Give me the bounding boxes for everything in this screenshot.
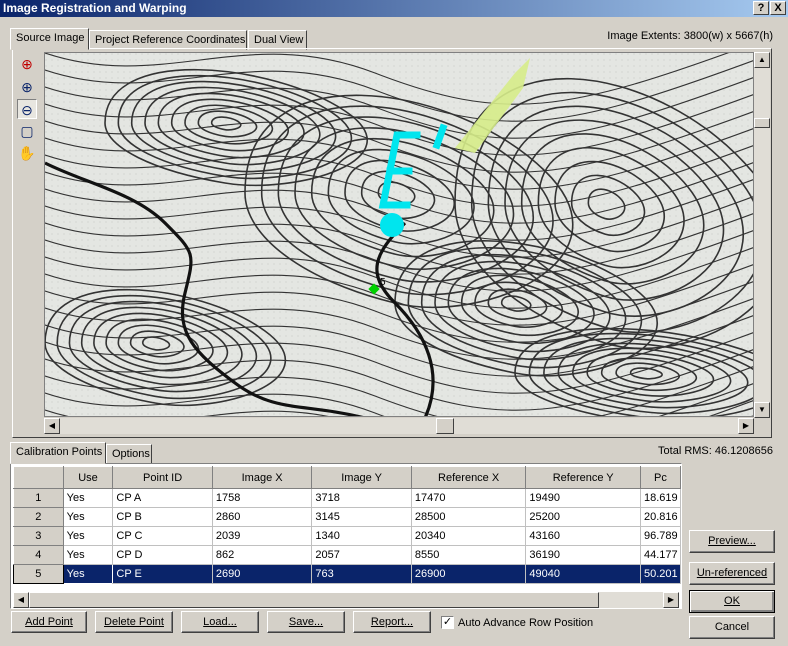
fit-page-icon[interactable]: ▢: [17, 121, 37, 141]
cell-reference-y[interactable]: 49040: [525, 564, 641, 584]
cell-reference-y[interactable]: 36190: [525, 545, 641, 565]
window-title: Image Registration and Warping: [3, 1, 187, 15]
cell-use[interactable]: Yes: [62, 564, 114, 584]
crosshair-tool-icon[interactable]: ⊕: [17, 54, 37, 74]
cell-reference-y[interactable]: 25200: [525, 507, 641, 527]
cell-pc[interactable]: 20.816: [640, 507, 681, 527]
zoom-out-icon[interactable]: ⊖: [17, 99, 37, 119]
cell-image-y[interactable]: 3718: [311, 488, 412, 508]
cell-use[interactable]: Yes: [63, 526, 114, 546]
column-header-reference-y[interactable]: Reference Y: [525, 466, 641, 489]
scroll-left-button[interactable]: ◀: [44, 418, 60, 434]
row-header[interactable]: 1: [13, 488, 64, 508]
column-header-reference-x[interactable]: Reference X: [410, 466, 527, 489]
report-button[interactable]: Report...: [353, 611, 431, 633]
cell-pc[interactable]: 18.619: [640, 488, 681, 508]
cell-reference-x[interactable]: 28500: [411, 507, 527, 527]
cell-image-y[interactable]: 763: [311, 564, 412, 584]
grid-corner[interactable]: [13, 466, 64, 489]
cell-pc[interactable]: 50.201: [640, 564, 681, 584]
table-row[interactable]: 1 Yes CP A 1758 3718 17470 19490 18.619: [13, 488, 681, 508]
row-header[interactable]: 2: [13, 507, 64, 527]
cell-image-y[interactable]: 1340: [311, 526, 412, 546]
grid-horizontal-scroll-thumb[interactable]: [29, 592, 599, 608]
column-header-use[interactable]: Use: [62, 466, 114, 489]
cell-reference-y[interactable]: 19490: [525, 488, 641, 508]
map-vertical-scrollbar[interactable]: [754, 52, 770, 418]
calibration-points-grid[interactable]: Use Point ID Image X Image Y Reference X…: [10, 463, 682, 609]
column-header-point-id[interactable]: Point ID: [112, 466, 213, 489]
cell-point-id[interactable]: CP B: [112, 507, 213, 527]
help-button[interactable]: ?: [753, 1, 769, 15]
cell-point-id[interactable]: CP D: [112, 545, 213, 565]
map-horizontal-scrollbar[interactable]: [44, 418, 754, 434]
tab-project-reference-coordinates[interactable]: Project Reference Coordinates: [89, 30, 247, 50]
map-image-view[interactable]: 5: [44, 52, 754, 417]
cell-image-x[interactable]: 1758: [212, 488, 313, 508]
close-button[interactable]: X: [770, 1, 786, 15]
cell-reference-x[interactable]: 17470: [411, 488, 527, 508]
total-rms-label: Total RMS: 46.1208656: [658, 445, 773, 457]
image-extents-label: Image Extents: 3800(w) x 5667(h): [607, 30, 773, 42]
selected-point-marker: [380, 213, 404, 237]
column-header-pc[interactable]: Pc: [639, 466, 681, 489]
cell-image-x[interactable]: 2039: [212, 526, 313, 546]
scroll-right-button[interactable]: ▶: [738, 418, 754, 434]
cell-image-x[interactable]: 862: [212, 545, 313, 565]
cell-reference-x[interactable]: 8550: [411, 545, 527, 565]
grid-scroll-left-button[interactable]: ◀: [13, 592, 29, 608]
cell-image-x[interactable]: 2860: [212, 507, 313, 527]
table-row[interactable]: 4 Yes CP D 862 2057 8550 36190 44.177: [13, 545, 681, 565]
map-horizontal-scroll-thumb[interactable]: [436, 418, 454, 434]
cell-pc[interactable]: 96.789: [640, 526, 681, 546]
cell-pc[interactable]: 44.177: [640, 545, 681, 565]
scroll-down-button[interactable]: ▼: [754, 402, 770, 418]
cell-point-id[interactable]: CP C: [112, 526, 213, 546]
load-button[interactable]: Load...: [181, 611, 259, 633]
table-row-selected[interactable]: 5 Yes CP E 2690 763 26900 49040 50.201: [13, 564, 681, 584]
cell-image-y[interactable]: 2057: [311, 545, 412, 565]
tab-calibration-points[interactable]: Calibration Points: [10, 442, 106, 464]
table-row[interactable]: 3 Yes CP C 2039 1340 20340 43160 96.789: [13, 526, 681, 546]
control-point-label: 5: [380, 277, 386, 288]
column-header-image-y[interactable]: Image Y: [311, 466, 412, 489]
row-header[interactable]: 3: [13, 526, 64, 546]
cell-reference-x[interactable]: 26900: [411, 564, 527, 584]
delete-point-button[interactable]: Delete Point: [95, 611, 173, 633]
column-header-image-x[interactable]: Image X: [211, 466, 313, 489]
cell-use[interactable]: Yes: [63, 488, 114, 508]
map-vertical-scroll-thumb[interactable]: [754, 118, 770, 128]
cell-point-id[interactable]: CP E: [112, 564, 213, 584]
cancel-button[interactable]: Cancel: [689, 616, 775, 639]
save-button[interactable]: Save...: [267, 611, 345, 633]
scroll-up-button[interactable]: ▲: [754, 52, 770, 68]
cell-reference-y[interactable]: 43160: [525, 526, 641, 546]
row-header[interactable]: 5: [13, 564, 64, 584]
cell-reference-x[interactable]: 20340: [411, 526, 527, 546]
add-point-button[interactable]: Add Point: [11, 611, 87, 633]
unreferenced-button[interactable]: Un-referenced: [689, 562, 775, 585]
grid-header-row: Use Point ID Image X Image Y Reference X…: [13, 466, 681, 489]
tab-options[interactable]: Options: [106, 444, 152, 464]
grid-scroll-right-button[interactable]: ▶: [663, 592, 679, 608]
cell-image-y[interactable]: 3145: [311, 507, 412, 527]
cell-point-id[interactable]: CP A: [112, 488, 213, 508]
cell-use[interactable]: Yes: [63, 545, 114, 565]
ok-button[interactable]: OK: [689, 590, 775, 613]
tab-dual-view[interactable]: Dual View: [248, 30, 307, 50]
auto-advance-label[interactable]: Auto Advance Row Position: [458, 617, 593, 629]
topographic-map-image: 5: [45, 53, 753, 416]
row-header[interactable]: 4: [13, 545, 64, 565]
zoom-in-icon[interactable]: ⊕: [17, 77, 37, 97]
table-row[interactable]: 2 Yes CP B 2860 3145 28500 25200 20.816: [13, 507, 681, 527]
pan-hand-icon[interactable]: ✋: [17, 143, 37, 163]
title-bar: Image Registration and Warping: [0, 0, 788, 17]
cell-use[interactable]: Yes: [63, 507, 114, 527]
preview-button[interactable]: Preview...: [689, 530, 775, 553]
tab-source-image[interactable]: Source Image: [10, 28, 89, 50]
auto-advance-checkbox[interactable]: ✓: [441, 616, 454, 629]
cell-image-x[interactable]: 2690: [212, 564, 313, 584]
